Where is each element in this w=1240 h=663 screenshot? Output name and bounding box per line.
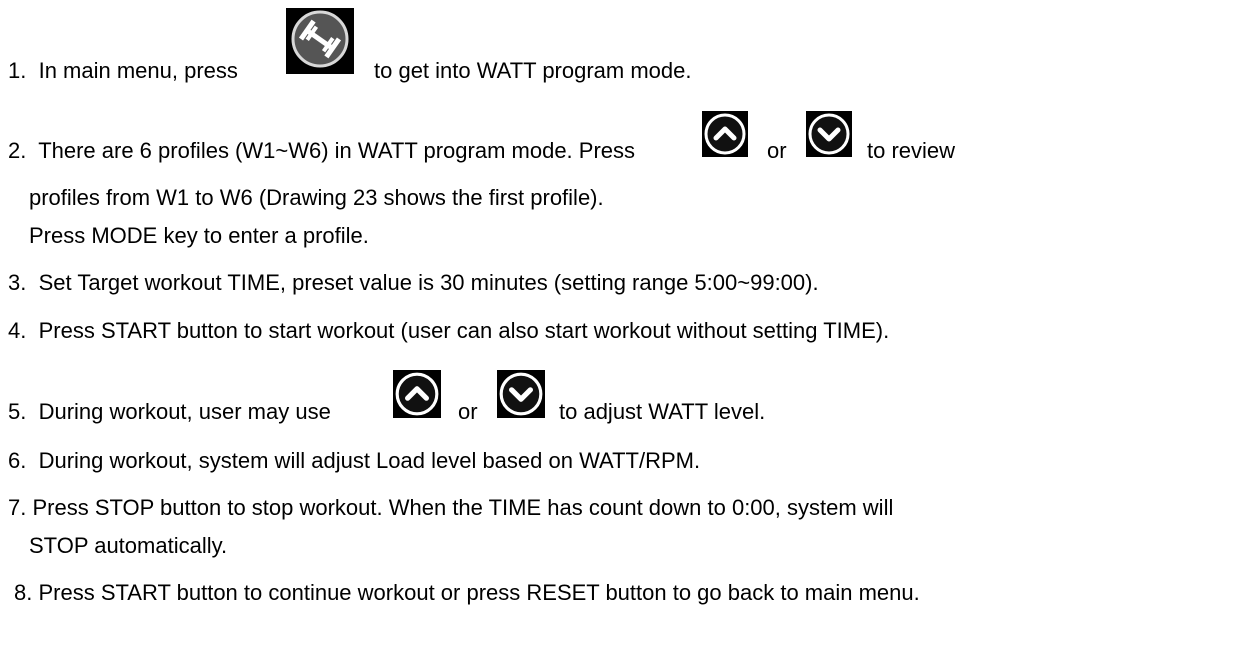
up-button[interactable] [393, 370, 441, 418]
step-text: Set Target workout TIME, preset value is… [38, 270, 819, 295]
or-text: or [767, 138, 787, 163]
step-8: 8. Press START button to continue workou… [14, 580, 920, 606]
step-text: Press START button to start workout (use… [38, 318, 890, 343]
step-5: 5. During workout, user may use [8, 399, 331, 425]
step-number: 2. [8, 138, 27, 163]
step-6: 6. During workout, system will adjust Lo… [8, 448, 700, 474]
step-number: 7. [8, 495, 27, 520]
step-text: During workout, system will adjust Load … [38, 448, 701, 473]
step-text: During workout, user may use [38, 399, 331, 424]
step-1: 1. In main menu, press [8, 58, 238, 84]
step-number: 1. [8, 58, 27, 83]
step-number: 4. [8, 318, 27, 343]
up-button[interactable] [702, 111, 748, 157]
step-2-cont-1: profiles from W1 to W6 (Drawing 23 shows… [29, 185, 604, 210]
step-text: Press START button to continue workout o… [38, 580, 920, 605]
step-number: 5. [8, 399, 27, 424]
step-number: 6. [8, 448, 27, 473]
step-3: 3. Set Target workout TIME, preset value… [8, 270, 819, 296]
step-2: 2. There are 6 profiles (W1~W6) in WATT … [8, 138, 635, 164]
step-2-cont-2: Press MODE key to enter a profile. [29, 223, 369, 248]
watt-program-button[interactable] [286, 8, 354, 74]
step-text: There are 6 profiles (W1~W6) in WATT pro… [38, 138, 636, 163]
step-5-tail: to adjust WATT level. [559, 399, 766, 424]
step-4: 4. Press START button to start workout (… [8, 318, 889, 344]
step-7: 7. Press STOP button to stop workout. Wh… [8, 495, 893, 521]
step-text-tail: to get into WATT program mode. [374, 58, 692, 83]
step-2-tail: to review [867, 138, 956, 163]
step-7-cont: STOP automatically. [29, 533, 228, 558]
step-text: In main menu, press [38, 58, 238, 83]
step-number: 8. [14, 580, 33, 605]
step-text: Press STOP button to stop workout. When … [32, 495, 894, 520]
down-button[interactable] [806, 111, 852, 157]
down-button[interactable] [497, 370, 545, 418]
or-text: or [458, 399, 478, 424]
step-number: 3. [8, 270, 27, 295]
step-1-tail: to get into WATT program mode. [374, 58, 692, 84]
